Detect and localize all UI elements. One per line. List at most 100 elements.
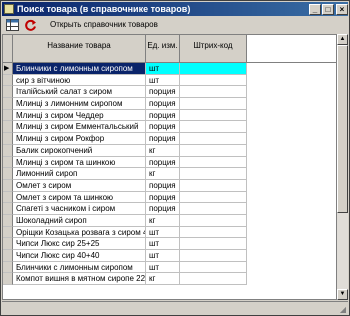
- unit-cell[interactable]: шт: [146, 261, 180, 274]
- product-name-cell[interactable]: Спагеті з часником і сиром: [13, 203, 146, 215]
- barcode-cell[interactable]: [180, 273, 247, 286]
- row-indicator[interactable]: [3, 250, 13, 262]
- title-bar[interactable]: Поиск товара (в справочнике товаров) _ □…: [2, 2, 348, 16]
- barcode-cell[interactable]: [180, 191, 247, 204]
- unit-cell[interactable]: кг: [146, 273, 180, 286]
- row-indicator[interactable]: [3, 191, 13, 204]
- barcode-cell[interactable]: [180, 133, 247, 145]
- unit-cell[interactable]: шт: [146, 226, 180, 239]
- barcode-cell[interactable]: [180, 74, 247, 87]
- barcode-cell[interactable]: [180, 121, 247, 134]
- product-name-cell[interactable]: Омлет з сиром: [13, 179, 146, 192]
- barcode-cell[interactable]: [180, 238, 247, 250]
- unit-cell[interactable]: шт: [146, 250, 180, 262]
- column-header-unit[interactable]: Ед. изм.: [146, 35, 180, 63]
- product-name-cell[interactable]: Млинці з лимонним сиропом: [13, 98, 146, 110]
- row-indicator[interactable]: [3, 109, 13, 122]
- unit-cell[interactable]: порция: [146, 179, 180, 192]
- row-indicator[interactable]: [3, 179, 13, 192]
- table-row[interactable]: Шоколадний сироп кг: [3, 214, 247, 227]
- column-header-barcode[interactable]: Штрих-код: [180, 35, 247, 63]
- barcode-cell[interactable]: [180, 214, 247, 227]
- row-indicator[interactable]: [3, 214, 13, 227]
- unit-cell[interactable]: шт: [146, 63, 180, 75]
- table-row[interactable]: Оріщки Козацька розвага з сиром 40 шт: [3, 226, 247, 239]
- product-name-cell[interactable]: Балик сирокопчений: [13, 144, 146, 157]
- table-row[interactable]: Омлет з сиром порция: [3, 179, 247, 192]
- product-name-cell[interactable]: Оріщки Козацька розвага з сиром 40: [13, 226, 146, 239]
- barcode-cell[interactable]: [180, 261, 247, 274]
- table-row[interactable]: Млинці з сиром Чеддер порция: [3, 109, 247, 122]
- barcode-cell[interactable]: [180, 109, 247, 122]
- unit-cell[interactable]: порция: [146, 156, 180, 169]
- product-name-cell[interactable]: Млинці з сиром Чеддер: [13, 109, 146, 122]
- unit-cell[interactable]: кг: [146, 214, 180, 227]
- barcode-cell[interactable]: [180, 156, 247, 169]
- product-name-cell[interactable]: Шоколадний сироп: [13, 214, 146, 227]
- vertical-scrollbar[interactable]: ▲ ▼: [337, 34, 348, 300]
- row-indicator[interactable]: [3, 273, 13, 286]
- product-name-cell[interactable]: Млинці з сиром та шинкою: [13, 156, 146, 169]
- barcode-cell[interactable]: [180, 226, 247, 239]
- table-row[interactable]: Компот вишня в мятном сиропе 22 кг: [3, 273, 247, 286]
- row-indicator[interactable]: [3, 226, 13, 239]
- unit-cell[interactable]: порция: [146, 203, 180, 215]
- row-indicator[interactable]: [3, 203, 13, 215]
- product-name-cell[interactable]: Млинці з сиром Емментальський: [13, 121, 146, 134]
- barcode-cell[interactable]: [180, 63, 247, 75]
- minimize-button[interactable]: _: [309, 4, 321, 15]
- table-row[interactable]: Омлет з сиром та шинкою порция: [3, 191, 247, 204]
- table-row[interactable]: Блинчики с лимонным сиропом шт: [3, 261, 247, 274]
- product-name-cell[interactable]: сир з вітчиною: [13, 74, 146, 87]
- unit-cell[interactable]: кг: [146, 144, 180, 157]
- barcode-cell[interactable]: [180, 179, 247, 192]
- open-catalog-button[interactable]: Открыть справочник товаров: [50, 19, 158, 30]
- barcode-cell[interactable]: [180, 250, 247, 262]
- product-name-cell[interactable]: Чипси Люкс сир 40+40: [13, 250, 146, 262]
- unit-cell[interactable]: шт: [146, 238, 180, 250]
- row-indicator[interactable]: [3, 238, 13, 250]
- product-name-cell[interactable]: Омлет з сиром та шинкою: [13, 191, 146, 204]
- product-name-cell[interactable]: Млинці з сиром Рокфор: [13, 133, 146, 145]
- table-row[interactable]: сир з вітчиною шт: [3, 74, 247, 87]
- unit-cell[interactable]: порция: [146, 98, 180, 110]
- product-name-cell[interactable]: Чипси Люкс сир 25+25: [13, 238, 146, 250]
- scroll-up-button[interactable]: ▲: [337, 34, 348, 45]
- table-row[interactable]: ▶ Блинчики с лимонным сиропом шт: [3, 63, 247, 75]
- table-row[interactable]: Млинці з лимонним сиропом порция: [3, 98, 247, 110]
- unit-cell[interactable]: шт: [146, 74, 180, 87]
- product-name-cell[interactable]: Блинчики с лимонным сиропом: [13, 261, 146, 274]
- product-name-cell[interactable]: Блинчики с лимонным сиропом: [13, 63, 146, 75]
- barcode-cell[interactable]: [180, 98, 247, 110]
- row-indicator[interactable]: [3, 133, 13, 145]
- row-indicator[interactable]: [3, 121, 13, 134]
- table-row[interactable]: Млинці з сиром Емментальський порция: [3, 121, 247, 134]
- column-header-name[interactable]: Название товара: [13, 35, 146, 63]
- grid-icon[interactable]: [5, 18, 19, 32]
- unit-cell[interactable]: порция: [146, 109, 180, 122]
- resize-grip-icon[interactable]: ◢: [340, 305, 346, 314]
- row-indicator[interactable]: [3, 168, 13, 180]
- products-grid[interactable]: Название товара Ед. изм. Штрих-код ▶ Блин…: [2, 34, 337, 300]
- table-row[interactable]: Балик сирокопчений кг: [3, 144, 247, 157]
- row-indicator[interactable]: [3, 74, 13, 87]
- close-button[interactable]: ×: [336, 4, 348, 15]
- row-indicator[interactable]: [3, 144, 13, 157]
- refresh-icon[interactable]: [23, 18, 37, 32]
- scroll-thumb[interactable]: [337, 45, 348, 213]
- barcode-cell[interactable]: [180, 86, 247, 99]
- row-indicator[interactable]: [3, 98, 13, 110]
- table-row[interactable]: Італійський салат з сиром порция: [3, 86, 247, 99]
- table-row[interactable]: Млинці з сиром Рокфор порция: [3, 133, 247, 145]
- table-row[interactable]: Чипси Люкс сир 25+25 шт: [3, 238, 247, 250]
- product-name-cell[interactable]: Лимонний сироп: [13, 168, 146, 180]
- unit-cell[interactable]: порция: [146, 86, 180, 99]
- barcode-cell[interactable]: [180, 168, 247, 180]
- unit-cell[interactable]: порция: [146, 121, 180, 134]
- unit-cell[interactable]: кг: [146, 168, 180, 180]
- barcode-cell[interactable]: [180, 203, 247, 215]
- row-indicator[interactable]: [3, 261, 13, 274]
- table-row[interactable]: Лимонний сироп кг: [3, 168, 247, 180]
- unit-cell[interactable]: порция: [146, 133, 180, 145]
- scroll-down-button[interactable]: ▼: [337, 289, 348, 300]
